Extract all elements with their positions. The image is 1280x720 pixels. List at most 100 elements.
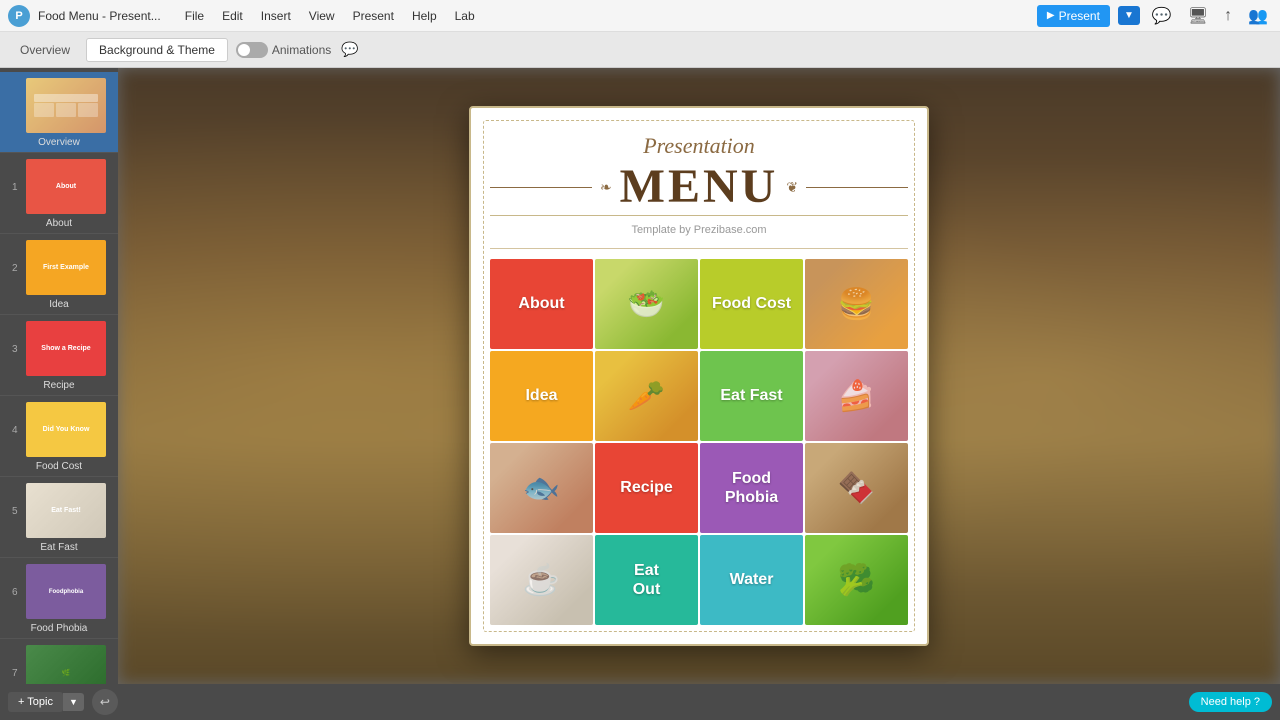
menu-decorations: ❧ MENU ❦: [490, 163, 908, 211]
deco-left-icon: ❧: [600, 179, 612, 196]
sidebar-item-idea[interactable]: 2 First Example Idea: [0, 234, 118, 315]
cell-label-eatout: Eat Out: [633, 561, 661, 599]
cell-recipe[interactable]: Recipe: [595, 443, 698, 533]
menu-grid: About 🥗 Food Cost 🍔 Idea: [490, 259, 908, 625]
cell-eatout[interactable]: Eat Out: [595, 535, 698, 625]
cell-water[interactable]: Water: [700, 535, 803, 625]
canvas-area: Presentation ❧ MENU ❦ Template by Prezib…: [118, 68, 1280, 684]
menu-edit[interactable]: Edit: [214, 7, 251, 25]
present-dropdown[interactable]: ▼: [1118, 6, 1140, 25]
menu-help[interactable]: Help: [404, 7, 445, 25]
fish-icon: 🐟: [490, 443, 593, 533]
sidebar-label-eatfast: Eat Fast: [8, 542, 110, 553]
sidebar-label-about: About: [8, 218, 110, 229]
deco-line-left: [490, 187, 592, 188]
comment-icon[interactable]: 💬: [1148, 4, 1176, 28]
top-bar: P Food Menu - Present... File Edit Inser…: [0, 0, 1280, 32]
salad-icon: 🥗: [595, 259, 698, 349]
share-icon[interactable]: ↑: [1220, 5, 1236, 27]
help-button[interactable]: Need help ?: [1189, 692, 1272, 712]
cell-about[interactable]: About: [490, 259, 593, 349]
animations-label: Animations: [272, 43, 331, 57]
cup-icon: ☕: [490, 535, 593, 625]
slide-thumb-about: About: [26, 159, 106, 214]
present-button[interactable]: ▶ Present: [1037, 5, 1110, 27]
menu-card: Presentation ❧ MENU ❦ Template by Prezib…: [469, 106, 929, 646]
toolbar-right: ▶ Present ▼ 💬 🖥 ↑ 👥: [1037, 4, 1272, 28]
veggie-icon: 🥕: [595, 351, 698, 441]
cell-img-burger: 🍔: [805, 259, 908, 349]
tab-background-theme[interactable]: Background & Theme: [86, 38, 228, 62]
menu-insert[interactable]: Insert: [253, 7, 299, 25]
menu-lab[interactable]: Lab: [447, 7, 483, 25]
deco-right-icon: ❦: [786, 179, 798, 196]
sidebar-label-overview: Overview: [8, 137, 110, 148]
cell-img-cup: ☕: [490, 535, 593, 625]
presentation-script-title: Presentation: [490, 133, 908, 159]
toggle-knob: [238, 44, 250, 56]
window-title: Food Menu - Present...: [38, 9, 161, 23]
sidebar-label-foodcost: Food Cost: [8, 461, 110, 472]
cell-label-water: Water: [730, 570, 774, 589]
slide-thumb-recipe: Show a Recipe: [26, 321, 106, 376]
users-icon[interactable]: 👥: [1244, 4, 1272, 28]
add-topic-button[interactable]: + Topic: [8, 692, 63, 712]
template-credit: Template by Prezibase.com: [631, 224, 766, 236]
sidebar-item-foodphobia[interactable]: 6 Foodphobia Food Phobia: [0, 558, 118, 639]
cell-img-tiramisu: 🍫: [805, 443, 908, 533]
sidebar-label-foodphobia: Food Phobia: [8, 623, 110, 634]
cell-label-foodcost: Food Cost: [712, 294, 791, 313]
cell-img-veggie: 🥕: [595, 351, 698, 441]
screen-icon[interactable]: 🖥: [1184, 4, 1212, 28]
cell-foodphobia[interactable]: Food Phobia: [700, 443, 803, 533]
sidebar-item-eatfast[interactable]: 5 Eat Fast! Eat Fast: [0, 477, 118, 558]
sidebar: Overview 1 About About 2 First Example I…: [0, 68, 118, 684]
comment-bubble-icon[interactable]: 💬: [341, 41, 358, 58]
menu-present[interactable]: Present: [345, 7, 402, 25]
cell-img-salad: 🥗: [595, 259, 698, 349]
sidebar-label-recipe: Recipe: [8, 380, 110, 391]
slide-thumb-foodphobia: Foodphobia: [26, 564, 106, 619]
add-topic-dropdown[interactable]: ▼: [63, 693, 84, 711]
cell-img-cake: 🍰: [805, 351, 908, 441]
cell-label-idea: Idea: [525, 386, 557, 405]
main-content: Overview 1 About About 2 First Example I…: [0, 68, 1280, 684]
slide-thumb-foodcost: Did You Know: [26, 402, 106, 457]
burger-icon: 🍔: [805, 259, 908, 349]
back-button[interactable]: ↩: [92, 689, 118, 715]
sidebar-item-recipe[interactable]: 3 Show a Recipe Recipe: [0, 315, 118, 396]
animations-switch[interactable]: [236, 42, 268, 58]
tab-overview[interactable]: Overview: [8, 39, 82, 61]
slide-thumb-idea: First Example: [26, 240, 106, 295]
slide-thumb-overview: [26, 78, 106, 133]
menu-main-title: MENU: [620, 163, 779, 211]
cell-label-recipe: Recipe: [620, 478, 672, 497]
sidebar-item-foodcost[interactable]: 4 Did You Know Food Cost: [0, 396, 118, 477]
sub-bar: Overview Background & Theme Animations 💬: [0, 32, 1280, 68]
sidebar-item-water[interactable]: 7 🌿 Water: [0, 639, 118, 684]
menu-bar: File Edit Insert View Present Help Lab: [177, 7, 483, 25]
cell-img-fish: 🐟: [490, 443, 593, 533]
cell-label-about: About: [518, 294, 564, 313]
cake-icon: 🍰: [805, 351, 908, 441]
cell-label-foodphobia: Food Phobia: [725, 469, 778, 507]
sidebar-label-idea: Idea: [8, 299, 110, 310]
cell-eatfast[interactable]: Eat Fast: [700, 351, 803, 441]
cell-foodcost[interactable]: Food Cost: [700, 259, 803, 349]
menu-view[interactable]: View: [301, 7, 343, 25]
cell-label-eatfast: Eat Fast: [720, 386, 782, 405]
slide-thumb-eatfast: Eat Fast!: [26, 483, 106, 538]
bottom-bar: + Topic ▼ ↩ Need help ?: [0, 684, 1280, 720]
menu-file[interactable]: File: [177, 7, 212, 25]
sidebar-item-overview[interactable]: Overview: [0, 72, 118, 153]
tiramisu-icon: 🍫: [805, 443, 908, 533]
cell-img-greens: 🥦: [805, 535, 908, 625]
menu-card-header: Presentation ❧ MENU ❦ Template by Prezib…: [490, 127, 908, 249]
cell-idea[interactable]: Idea: [490, 351, 593, 441]
sidebar-item-about[interactable]: 1 About About: [0, 153, 118, 234]
deco-line-right: [806, 187, 908, 188]
greens-icon: 🥦: [805, 535, 908, 625]
slide-thumb-water: 🌿: [26, 645, 106, 684]
app-logo: P: [8, 5, 30, 27]
animations-toggle[interactable]: Animations: [236, 42, 331, 58]
